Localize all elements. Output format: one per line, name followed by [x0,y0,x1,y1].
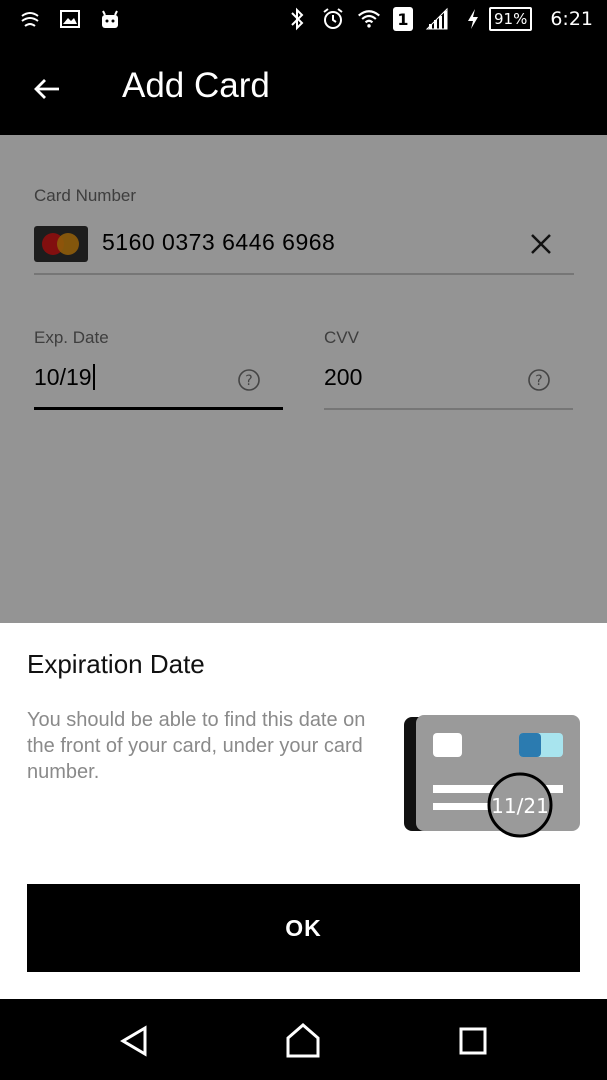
android-icon [98,7,122,31]
nav-back-icon [120,1025,147,1057]
nav-home-button[interactable] [281,1019,325,1063]
image-icon [58,7,82,31]
link-icon [18,7,42,31]
ok-button[interactable]: OK [27,884,580,972]
back-arrow-icon [34,79,59,99]
battery-icon: 91% [488,7,533,31]
nav-recents-icon [459,1027,487,1055]
battery-indicator: 91% [461,7,533,31]
sim-icon: 1 [392,7,413,31]
nav-home-icon [286,1023,320,1058]
sheet-title: Expiration Date [27,649,205,679]
system-nav-bar [0,999,607,1080]
app-bar: Add Card [0,38,607,135]
page-title: Add Card [122,66,270,105]
wifi-icon [357,7,381,31]
back-button[interactable] [26,68,68,110]
status-bar: 1 91% 6:21 [0,0,607,38]
alarm-icon [321,7,345,31]
status-time: 6:21 [550,8,593,30]
modal-scrim[interactable] [0,135,607,623]
card-illustration-icon: 11/21 [404,715,580,838]
charging-icon [461,7,485,31]
illustration-date: 11/21 [491,794,549,818]
nav-back-button[interactable] [112,1019,156,1063]
bluetooth-icon [285,7,309,31]
sheet-description: You should be able to find this date on … [27,709,366,783]
expiration-date-sheet: Expiration Date You should be able to fi… [0,623,607,999]
signal-icon [425,7,449,31]
nav-recents-button[interactable] [451,1019,495,1063]
